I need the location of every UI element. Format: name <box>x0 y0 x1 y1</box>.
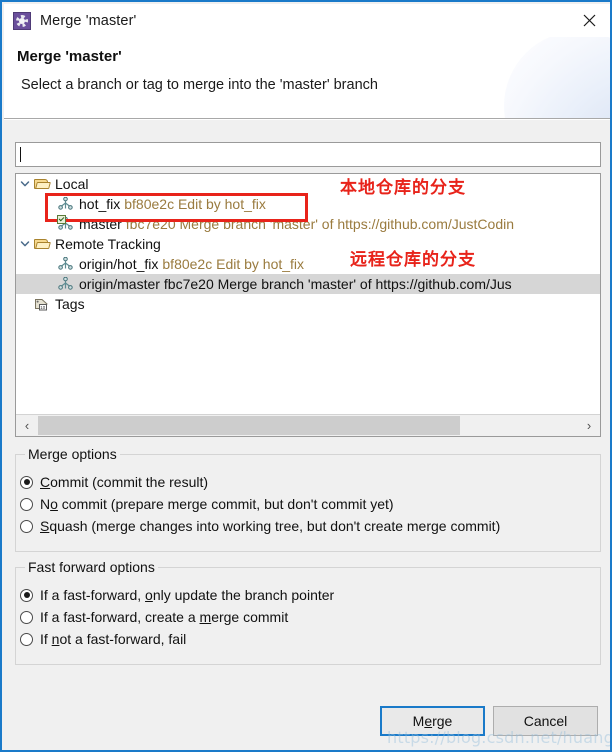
branch-icon <box>57 276 75 292</box>
radio-label-post: quash (merge changes into working tree, … <box>49 518 501 534</box>
merge-options-title: Merge options <box>25 446 120 462</box>
radio-label-post: commit (prepare merge commit, but don't … <box>57 496 394 512</box>
fast-forward-options-group: Fast forward options If a fast-forward, … <box>15 559 601 665</box>
radio-label-mnemonic: C <box>40 474 51 490</box>
radio-label: Commit (commit the result) <box>40 474 208 490</box>
branch-icon <box>57 256 75 272</box>
horizontal-scrollbar[interactable]: ‹ › <box>16 414 600 436</box>
folder-open-icon <box>33 176 51 192</box>
folder-open-icon <box>33 236 51 252</box>
radio-label-pre: N <box>40 496 51 512</box>
merge-option-0[interactable]: Commit (commit the result) <box>20 471 500 493</box>
scroll-right-icon[interactable]: › <box>578 415 600 436</box>
annotation-remote-branches: 远程仓库的分支 <box>350 250 476 270</box>
radio-label-mnemonic: S <box>40 518 50 534</box>
merge-option-2[interactable]: Squash (merge changes into working tree,… <box>20 515 500 537</box>
merge-options-group: Merge options Commit (commit the result)… <box>15 446 601 552</box>
radio-label: If a fast-forward, create a merge commit <box>40 609 288 625</box>
text-caret <box>20 147 21 162</box>
fast-forward-option-1[interactable]: If a fast-forward, create a merge commit <box>20 606 334 628</box>
merge-dialog: Merge 'master' Merge 'master' Select a b… <box>0 0 612 752</box>
merge-button-label: Merge <box>412 713 453 729</box>
merge-options-list: Commit (commit the result) No commit (pre… <box>20 471 500 537</box>
page-description: Select a branch or tag to merge into the… <box>21 77 378 93</box>
checked-out-badge-icon <box>57 215 66 224</box>
radio-button[interactable] <box>20 475 33 489</box>
tree-row-commit-info: fbc7e20 Merge branch 'master' of https:/… <box>163 276 512 292</box>
radio-label-post: ommit (commit the result) <box>50 474 209 490</box>
radio-label-pre: If a fast-forward, <box>40 587 146 603</box>
tree-row-label: Local <box>55 176 89 192</box>
watermark: https://blog.csdn.net/huangjinhai <box>387 728 610 747</box>
tree-row[interactable]: Local <box>16 174 600 194</box>
radio-label-pre: If a fast-forward, create a <box>40 609 200 625</box>
tags-icon: 10 <box>33 296 51 312</box>
fast-forward-options-list: If a fast-forward, only update the branc… <box>20 584 334 650</box>
fast-forward-option-2[interactable]: If not a fast-forward, fail <box>20 628 334 650</box>
radio-label: If a fast-forward, only update the branc… <box>40 587 334 603</box>
tree-row-label: origin/master <box>79 276 160 292</box>
close-icon[interactable] <box>567 4 610 37</box>
cancel-button-label: Cancel <box>523 713 568 729</box>
tree-row-label: Remote Tracking <box>55 236 161 252</box>
window-title: Merge 'master' <box>40 12 137 29</box>
chevron-down-icon[interactable] <box>16 174 33 194</box>
radio-button[interactable] <box>20 497 33 511</box>
annotation-highlight-box <box>45 193 308 222</box>
fast-forward-option-0[interactable]: If a fast-forward, only update the branc… <box>20 584 334 606</box>
tree-row-commit-info: bf80e2c Edit by hot_fix <box>162 256 305 272</box>
radio-button[interactable] <box>20 588 33 602</box>
fast-forward-options-title: Fast forward options <box>25 559 158 575</box>
radio-label: No commit (prepare merge commit, but don… <box>40 496 394 512</box>
radio-button[interactable] <box>20 610 33 624</box>
annotation-local-branches: 本地仓库的分支 <box>340 178 466 198</box>
title-bar: Merge 'master' <box>4 4 610 37</box>
radio-button[interactable] <box>20 519 33 533</box>
radio-label-post: erge commit <box>211 609 289 625</box>
tree-row-label: origin/hot_fix <box>79 256 159 272</box>
radio-label-mnemonic: m <box>199 609 212 625</box>
merge-option-1[interactable]: No commit (prepare merge commit, but don… <box>20 493 500 515</box>
close-glyph <box>583 14 596 27</box>
banner-divider-highlight <box>4 119 610 120</box>
tree-row[interactable]: origin/hot_fix bf80e2c Edit by hot_fix <box>16 254 600 274</box>
wizard-banner: Merge 'master' Select a branch or tag to… <box>4 37 610 118</box>
tree-row[interactable]: origin/master fbc7e20 Merge branch 'maste… <box>16 274 600 294</box>
scroll-left-icon[interactable]: ‹ <box>16 415 38 436</box>
tree-row-label: Tags <box>55 296 85 312</box>
filter-input[interactable] <box>15 142 601 167</box>
svg-text:10: 10 <box>40 305 45 310</box>
radio-label-post: nly update the branch pointer <box>152 587 335 603</box>
radio-label-post: ot a fast-forward, fail <box>59 631 187 647</box>
scrollbar-thumb[interactable] <box>38 416 460 435</box>
banner-decoration-arc <box>504 37 610 118</box>
radio-label-mnemonic: o <box>50 496 58 512</box>
gear-icon <box>13 11 31 30</box>
page-title: Merge 'master' <box>17 48 122 65</box>
radio-label-pre: If <box>40 631 52 647</box>
chevron-down-icon[interactable] <box>16 234 33 254</box>
radio-label: Squash (merge changes into working tree,… <box>40 518 500 534</box>
tree-row[interactable]: 10 Tags <box>16 294 600 314</box>
radio-label: If not a fast-forward, fail <box>40 631 186 647</box>
tree-row[interactable]: Remote Tracking <box>16 234 600 254</box>
radio-button[interactable] <box>20 632 33 646</box>
radio-label-mnemonic: o <box>145 587 153 603</box>
